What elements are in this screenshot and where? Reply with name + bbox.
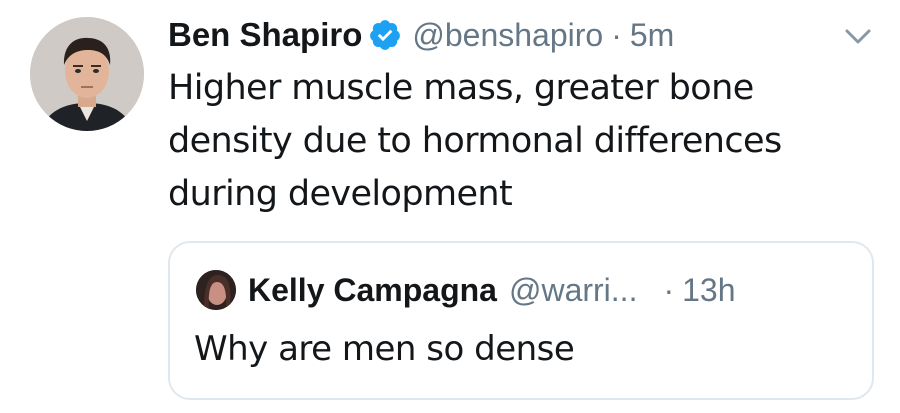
tweet[interactable]: Ben Shapiro @benshapiro · 5m Higher musc… [0,0,900,413]
author-display-name[interactable]: Ben Shapiro [168,16,362,54]
tweet-timestamp[interactable]: 5m [630,17,674,54]
quoted-tweet-text: Why are men so dense [194,329,575,369]
quoted-tweet-header: Kelly Campagna @warri... · 13h [196,267,736,313]
profile-photo-icon [196,270,236,310]
chevron-down-icon[interactable] [842,26,874,48]
quoted-author-handle[interactable]: @warri... [509,272,637,309]
quoted-author-display-name[interactable]: Kelly Campagna [248,272,497,309]
quoted-author-avatar[interactable] [196,270,236,310]
quoted-tweet-card[interactable]: Kelly Campagna @warri... · 13h Why are m… [168,241,874,400]
author-handle[interactable]: @benshapiro [412,17,603,54]
author-avatar[interactable] [30,17,144,131]
verified-badge-icon [368,18,402,52]
profile-photo-icon [30,17,144,131]
tweet-header: Ben Shapiro @benshapiro · 5m [168,12,674,58]
separator-dot: · [611,16,622,53]
quoted-tweet-timestamp[interactable]: 13h [682,272,735,309]
tweet-text: Higher muscle mass, greater bone density… [168,68,782,214]
separator-dot: · [663,271,675,308]
